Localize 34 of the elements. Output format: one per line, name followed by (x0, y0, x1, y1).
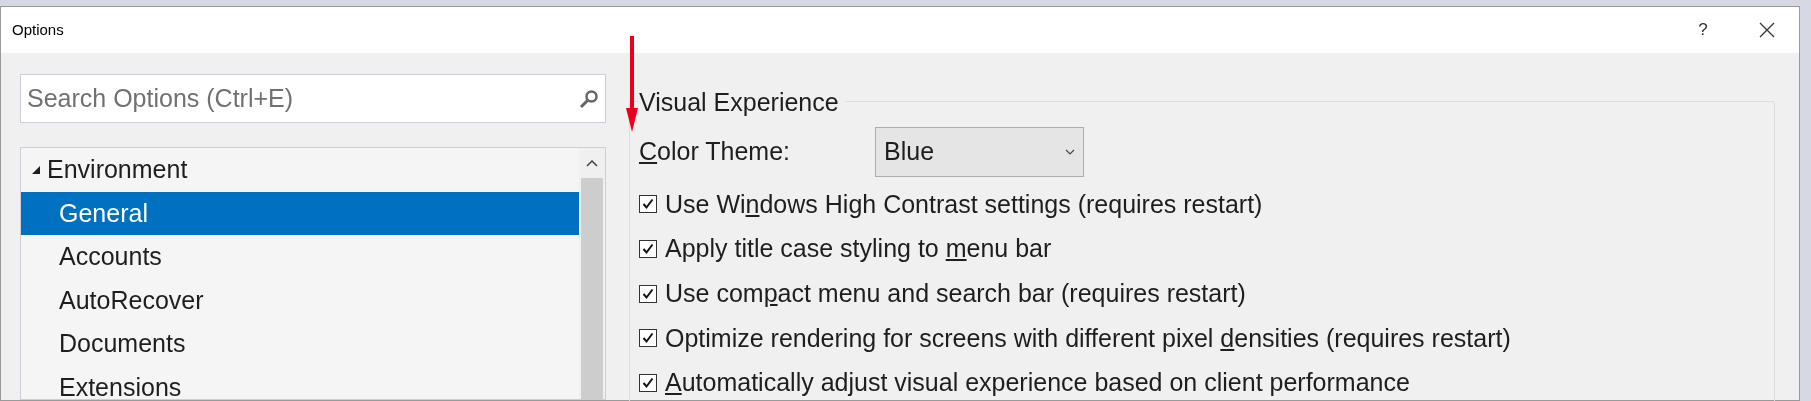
theme-dropdown[interactable]: Blue (875, 127, 1084, 177)
search-box[interactable]: Search Options (Ctrl+E) (20, 74, 606, 123)
checkmark-icon (642, 198, 654, 211)
option-label: Optimize rendering for screens with different pixel densities (requires restart) (665, 322, 1511, 354)
option-label: Automatically adjust visual experience based on client performance (665, 367, 1410, 399)
search-input[interactable]: Search Options (Ctrl+E) (27, 79, 579, 118)
checkmark-icon (642, 287, 654, 300)
checkmark-icon (642, 377, 654, 390)
tree-item[interactable]: AutoRecover (21, 278, 579, 322)
checkbox[interactable] (639, 195, 657, 214)
scrollbar[interactable] (579, 148, 605, 399)
close-icon (1759, 22, 1775, 38)
window-title: Options (12, 19, 64, 40)
checkbox[interactable] (639, 284, 657, 303)
scrollbar-thumb[interactable] (581, 178, 603, 399)
tree-item[interactable]: Environment (21, 148, 579, 192)
tree-item[interactable]: Extensions (21, 365, 579, 401)
chevron-down-icon (1065, 149, 1075, 155)
tree-item[interactable]: General (21, 191, 579, 235)
checkmark-icon (642, 243, 654, 256)
collapse-triangle-icon[interactable] (31, 164, 41, 175)
tree-item[interactable]: Documents (21, 322, 579, 366)
help-button[interactable]: ? (1691, 15, 1715, 45)
checkmark-icon (642, 332, 654, 345)
color-theme-label: Color Theme: (639, 137, 790, 166)
checkbox[interactable] (639, 240, 657, 259)
option-label: Use compact menu and search bar (requires restart) (665, 277, 1246, 309)
scroll-up-icon[interactable] (585, 158, 599, 168)
option-label: Apply title case styling to menu bar (665, 233, 1052, 265)
tree-item[interactable]: Accounts (21, 235, 579, 279)
option-label: Use Windows High Contrast settings (requires restart) (665, 188, 1263, 220)
checkbox[interactable] (639, 374, 657, 393)
search-icon (579, 88, 599, 109)
checkbox[interactable] (639, 329, 657, 348)
